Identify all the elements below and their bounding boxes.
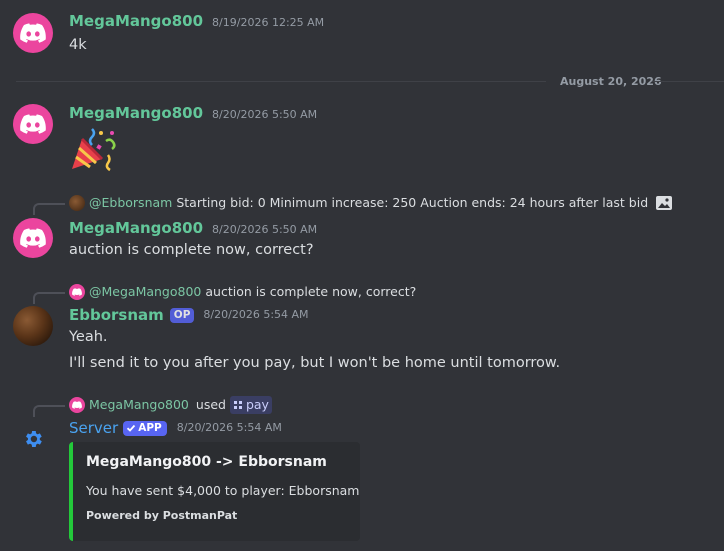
message-author[interactable]: MegaMango800 xyxy=(69,103,203,123)
reply-connector xyxy=(33,292,65,304)
reply-text: Starting bid: 0 Minimum increase: 250 Au… xyxy=(176,195,649,210)
message-timestamp[interactable]: 8/20/2026 5:54 AM xyxy=(203,305,308,325)
avatar-ebborsnam xyxy=(69,195,85,211)
app-badge: APP xyxy=(123,420,167,436)
avatar-megamango[interactable] xyxy=(13,13,53,53)
image-icon xyxy=(656,196,673,210)
date-divider-line xyxy=(16,81,546,82)
discord-logo-icon xyxy=(20,23,46,43)
interaction-user[interactable]: MegaMango800 xyxy=(89,396,189,414)
embed-description: You have sent $4,000 to player: Ebborsna… xyxy=(86,483,360,498)
message-timestamp[interactable]: 8/19/2026 12:25 AM xyxy=(212,13,324,33)
discord-logo-icon xyxy=(72,288,82,296)
message-line: I'll send it to you after you pay, but I… xyxy=(69,355,561,371)
message-author[interactable]: MegaMango800 xyxy=(69,218,203,238)
message-timestamp[interactable]: 8/20/2026 5:50 AM xyxy=(212,220,317,240)
reply-connector xyxy=(33,405,65,417)
gear-icon[interactable] xyxy=(22,428,44,450)
interaction-header: MegaMango800 used pay xyxy=(69,396,272,414)
date-divider-label: August 20, 2026 xyxy=(560,75,662,88)
op-badge: OP xyxy=(169,307,195,323)
app-badge-label: APP xyxy=(138,421,162,434)
reply-author[interactable]: @MegaMango800 xyxy=(89,283,201,301)
message-author[interactable]: Server xyxy=(69,418,118,438)
checkmark-icon xyxy=(127,424,136,432)
slash-command-name: pay xyxy=(245,397,269,412)
message-author[interactable]: MegaMango800 xyxy=(69,11,203,31)
reply-text: auction is complete now, correct? xyxy=(205,284,417,299)
embed-title: MegaMango800 -> Ebborsnam xyxy=(86,454,327,470)
message-author[interactable]: Ebborsnam xyxy=(69,305,164,325)
avatar-megamango xyxy=(69,284,85,300)
avatar-megamango[interactable] xyxy=(13,104,53,144)
slash-command-pay[interactable]: pay xyxy=(229,396,272,414)
message-line: Yeah. xyxy=(69,329,108,345)
message-timestamp[interactable]: 8/20/2026 5:54 AM xyxy=(177,418,282,438)
embed-card: MegaMango800 -> Ebborsnam You have sent … xyxy=(69,442,360,541)
command-grid-icon xyxy=(233,401,242,409)
party-popper-icon[interactable] xyxy=(68,125,118,173)
message-content: 4k xyxy=(69,37,87,53)
reply-preview[interactable]: @Ebborsnam Starting bid: 0 Minimum incre… xyxy=(69,194,673,212)
reply-connector xyxy=(33,203,65,215)
discord-logo-icon xyxy=(20,228,46,248)
reply-preview[interactable]: @MegaMango800 auction is complete now, c… xyxy=(69,283,416,301)
interaction-used-label: used xyxy=(195,397,226,412)
embed-footer: Powered by PostmanPat xyxy=(86,509,238,522)
avatar-megamango[interactable] xyxy=(13,218,53,258)
avatar-ebborsnam[interactable] xyxy=(13,306,53,346)
reply-author[interactable]: @Ebborsnam xyxy=(89,194,172,212)
message-content: auction is complete now, correct? xyxy=(69,242,314,258)
discord-logo-icon xyxy=(72,401,82,409)
date-divider-line xyxy=(652,81,724,82)
discord-logo-icon xyxy=(20,114,46,134)
message-timestamp[interactable]: 8/20/2026 5:50 AM xyxy=(212,105,317,125)
avatar-megamango xyxy=(69,397,85,413)
